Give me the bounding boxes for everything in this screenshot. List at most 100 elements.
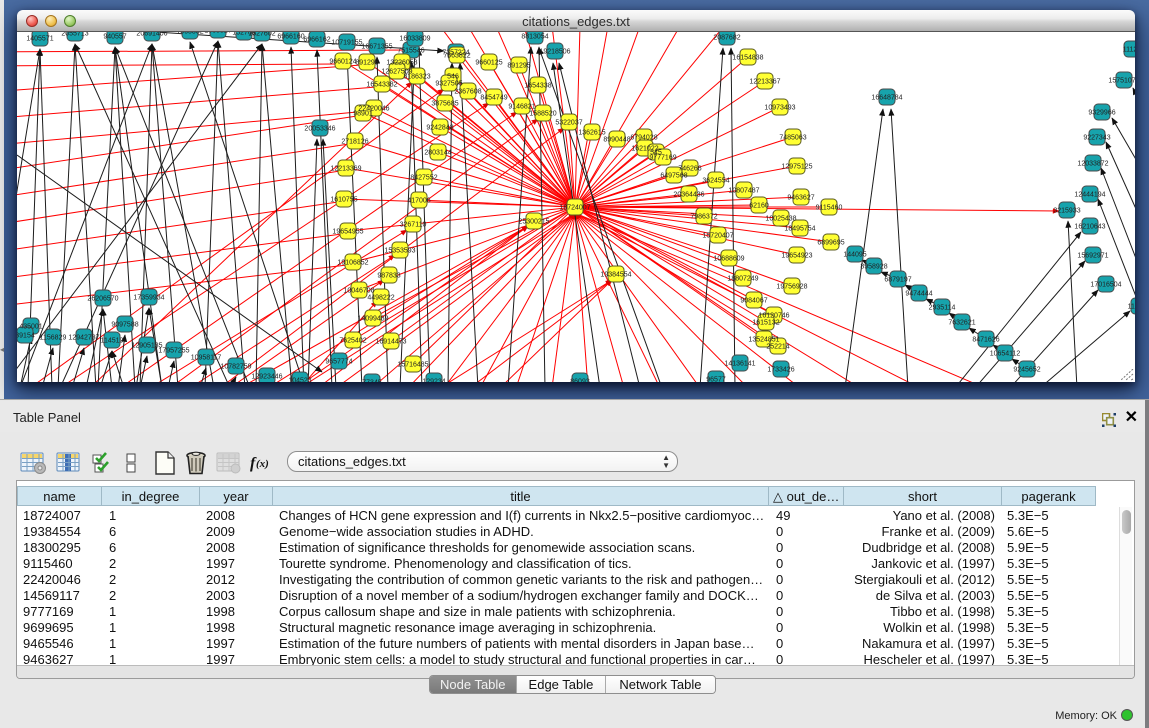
svg-text:10973493: 10973493 [764, 105, 795, 112]
svg-text:7515546: 7515546 [397, 48, 424, 55]
svg-text:6966162: 6966162 [303, 37, 330, 44]
svg-text:19654955: 19654955 [332, 229, 363, 236]
svg-text:12942737: 12942737 [68, 335, 99, 342]
svg-text:1733426: 1733426 [767, 367, 794, 374]
svg-text:9463627: 9463627 [787, 195, 814, 202]
svg-text:3875685: 3875685 [431, 101, 458, 108]
svg-text:8958928: 8958928 [860, 264, 887, 271]
svg-text:987833: 987833 [377, 273, 400, 280]
svg-text:14136141: 14136141 [724, 361, 755, 368]
svg-text:7625402: 7625402 [339, 338, 366, 345]
svg-text:7663822: 7663822 [443, 53, 470, 60]
svg-text:940557: 940557 [103, 34, 126, 41]
svg-text:9115460: 9115460 [816, 205, 843, 212]
svg-text:9227343: 9227343 [1083, 135, 1110, 142]
svg-text:9245652: 9245652 [1013, 367, 1040, 374]
svg-text:7632621: 7632621 [948, 320, 975, 327]
svg-text:9657774: 9657774 [325, 359, 352, 366]
svg-text:10688609: 10688609 [713, 256, 744, 263]
svg-text:4498222: 4498222 [367, 295, 394, 302]
svg-text:13226058: 13226058 [386, 60, 417, 67]
svg-text:8813054: 8813054 [521, 34, 548, 41]
svg-text:9474444: 9474444 [905, 291, 932, 298]
svg-text:9660125: 9660125 [475, 60, 502, 67]
svg-text:19384554: 19384554 [600, 272, 631, 279]
svg-text:8990448: 8990448 [603, 137, 630, 144]
svg-text:8471626: 8471626 [972, 337, 999, 344]
svg-text:19756928: 19756928 [776, 284, 807, 291]
svg-text:2803144: 2803144 [424, 150, 451, 157]
svg-text:18495754: 18495754 [784, 226, 815, 233]
svg-text:2055713: 2055713 [61, 32, 88, 38]
svg-text:15353593: 15353593 [384, 248, 415, 255]
svg-text:96577: 96577 [706, 377, 726, 383]
svg-text:435001: 435001 [19, 324, 42, 331]
svg-text:11123: 11123 [1123, 47, 1135, 54]
svg-text:10719155: 10719155 [331, 40, 362, 47]
svg-text:6899695: 6899695 [817, 240, 844, 247]
svg-text:144095: 144095 [843, 252, 866, 259]
svg-text:1615132: 1615132 [752, 320, 779, 327]
svg-text:25300215: 25300215 [518, 219, 549, 226]
svg-text:1588520: 1588520 [529, 111, 556, 118]
svg-text:10654112: 10654112 [990, 351, 1021, 358]
svg-text:2935114: 2935114 [929, 305, 956, 312]
svg-text:9327505: 9327505 [435, 81, 462, 88]
svg-text:2087682: 2087682 [713, 35, 740, 42]
svg-text:9084067: 9084067 [740, 298, 767, 305]
svg-text:1065332: 1065332 [176, 32, 203, 36]
svg-text:16543382: 16543382 [366, 82, 397, 89]
svg-text:7986372: 7986372 [690, 214, 717, 221]
svg-text:62160: 62160 [749, 203, 769, 210]
svg-text:1405571: 1405571 [26, 36, 53, 43]
svg-text:16033809: 16033809 [399, 36, 430, 43]
svg-text:17957255: 17957255 [158, 348, 189, 355]
svg-text:116753: 116753 [1128, 304, 1135, 311]
svg-text:1654338: 1654338 [524, 83, 551, 90]
svg-text:12444194: 12444194 [1074, 192, 1105, 199]
svg-text:9242848: 9242848 [426, 125, 453, 132]
svg-text:9329966: 9329966 [1088, 110, 1115, 117]
svg-text:13524851: 13524851 [748, 337, 779, 344]
svg-text:10046708: 10046708 [343, 288, 374, 295]
svg-text:14099489: 14099489 [357, 316, 388, 323]
svg-text:1156829: 1156829 [40, 335, 67, 342]
svg-text:6879197: 6879197 [884, 277, 911, 284]
svg-text:252214: 252214 [766, 344, 789, 351]
svg-text:39154: 39154 [17, 333, 35, 340]
svg-text:1362615: 1362615 [578, 130, 605, 137]
svg-text:746266: 746266 [678, 166, 701, 173]
svg-text:1527602: 1527602 [248, 32, 275, 38]
svg-text:6497568: 6497568 [660, 173, 687, 180]
svg-text:2367608: 2367608 [454, 89, 481, 96]
svg-text:104523: 104523 [288, 378, 311, 383]
svg-text:15720407: 15720407 [702, 233, 733, 240]
svg-text:16914473: 16914473 [375, 339, 406, 346]
svg-text:1610755: 1610755 [330, 197, 357, 204]
svg-text:6966160: 6966160 [277, 34, 304, 41]
svg-text:10807487: 10807487 [728, 188, 759, 195]
svg-text:1065327: 1065327 [204, 32, 231, 35]
svg-text:16648784: 16648784 [871, 95, 902, 102]
svg-text:10025438: 10025438 [765, 216, 796, 223]
svg-text:26206570: 26206570 [87, 296, 118, 303]
svg-text:10958117: 10958117 [191, 355, 222, 362]
svg-text:3267110: 3267110 [400, 222, 427, 229]
svg-text:9777169: 9777169 [649, 155, 676, 162]
svg-text:2718126: 2718126 [341, 139, 368, 146]
svg-text:8427552: 8427552 [410, 175, 437, 182]
svg-text:77345: 77345 [362, 380, 382, 383]
svg-text:17016504: 17016504 [1090, 282, 1121, 289]
svg-text:18724007: 18724007 [559, 205, 590, 212]
svg-text:8454749: 8454749 [480, 95, 507, 102]
svg-text:20364436: 20364436 [673, 192, 704, 199]
svg-text:16154838: 16154838 [732, 55, 763, 62]
svg-text:20053346: 20053346 [304, 126, 335, 133]
svg-text:3215933: 3215933 [1053, 208, 1080, 215]
svg-text:10782759: 10782759 [220, 364, 251, 371]
svg-text:19654923: 19654923 [781, 253, 812, 260]
svg-text:16671355: 16671355 [361, 44, 392, 51]
svg-text:3624554: 3624554 [702, 178, 729, 185]
svg-text:16210643: 16210643 [1074, 224, 1105, 231]
svg-text:98901: 98901 [353, 111, 373, 118]
